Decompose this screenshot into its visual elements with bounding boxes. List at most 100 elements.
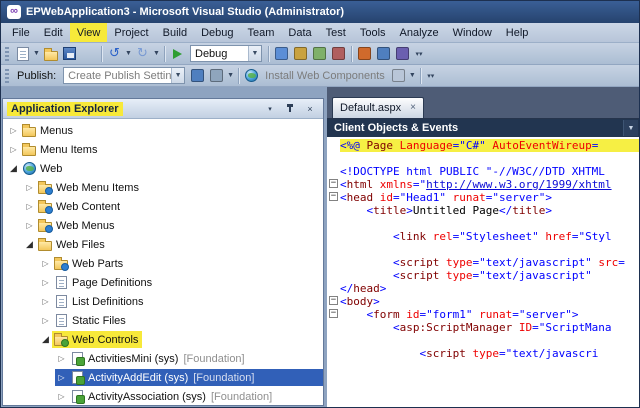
expand-icon[interactable]: ▷ [55,354,68,363]
menu-data[interactable]: Data [281,23,318,42]
open-file-icon[interactable] [41,44,60,63]
code-token: type [472,347,499,360]
title-bar[interactable]: ∞ EPWebApplication3 - Microsoft Visual S… [1,1,639,23]
publish-toolbar-overflow[interactable]: ▾▾ [425,66,437,86]
publish-settings-combo[interactable]: Create Publish Settings▼ [63,67,186,84]
install-web-components-icon[interactable] [242,66,261,85]
tree-item-list-definitions[interactable]: ▷ List Definitions [3,292,323,311]
expand-icon[interactable]: ▷ [23,202,36,211]
code-line: − <body> [327,295,639,308]
window-position-icon[interactable]: ▾ [263,102,277,116]
chevron-down-icon[interactable]: ▼ [124,45,133,63]
chevron-down-icon[interactable]: ▼ [32,45,41,63]
save-icon[interactable] [60,44,79,63]
code-token: "C#" [459,139,486,152]
expand-icon[interactable]: ▷ [55,373,68,382]
tree-item-activitiesmini-sys[interactable]: ▷ ActivitiesMini (sys) [Foundation] [3,349,323,368]
find-icon[interactable] [272,44,291,63]
expand-icon[interactable]: ▷ [39,259,52,268]
menu-team[interactable]: Team [241,23,282,42]
close-icon[interactable]: × [303,102,317,116]
tree-item-activityassociation-sys[interactable]: ▷ ActivityAssociation (sys) [Foundation] [3,387,323,405]
collapse-icon[interactable]: ◢ [7,163,20,174]
tree-item-web-content[interactable]: ▷ Web Content [3,197,323,216]
tree-item-static-files[interactable]: ▷ Static Files [3,311,323,330]
publish-toolbar-grip[interactable] [5,68,9,83]
expand-icon[interactable]: ▷ [7,145,20,154]
pin-icon[interactable] [283,102,297,116]
menu-edit[interactable]: Edit [37,23,70,42]
tree-item-menus[interactable]: ▷ Menus [3,121,323,140]
chevron-down-icon[interactable]: ▼ [408,67,417,85]
collapse-icon[interactable]: ◢ [23,239,36,250]
folder-icon [20,141,38,158]
code-token: "server" [518,308,572,321]
publish-icon[interactable] [188,66,207,85]
menu-test[interactable]: Test [319,23,353,42]
tab-default-aspx[interactable]: Default.aspx × [332,97,424,118]
tree-item-web-parts[interactable]: ▷ Web Parts [3,254,323,273]
tab-close-icon[interactable]: × [410,103,416,113]
expand-icon[interactable]: ▷ [39,278,52,287]
globe-glyph [22,162,36,175]
collapse-region-icon[interactable]: − [329,192,338,201]
error-list-icon[interactable] [355,44,374,63]
extension-manager-icon[interactable] [393,44,412,63]
code-editor[interactable]: <%@ Page Language="C#" AutoEventWireup= <… [327,137,639,407]
chevron-down-icon[interactable]: ▼ [171,68,185,83]
expand-icon[interactable]: ▷ [39,316,52,325]
collapse-icon[interactable]: ◢ [39,334,52,345]
expand-icon[interactable]: ▷ [23,221,36,230]
standard-toolbar-overflow[interactable]: ▾▾ [413,44,425,64]
solution-configurations-combo[interactable]: Debug ▼ [190,45,262,62]
tree-item-web[interactable]: ◢ Web [3,159,323,178]
publish-options-icon[interactable] [207,66,226,85]
menu-file[interactable]: File [5,23,37,42]
menu-debug[interactable]: Debug [194,23,240,42]
menu-help[interactable]: Help [499,23,536,42]
install-web-components-dropdown-icon[interactable] [389,66,408,85]
expand-icon[interactable]: ▷ [7,126,20,135]
output-window-icon[interactable] [374,44,393,63]
tree-item-web-menus[interactable]: ▷ Web Menus [3,216,323,235]
expand-icon[interactable]: ▷ [23,183,36,192]
menu-tools[interactable]: Tools [353,23,393,42]
chevron-down-icon[interactable]: ▼ [152,45,161,63]
new-item-icon[interactable] [13,44,32,63]
properties-window-icon[interactable] [310,44,329,63]
undo-icon[interactable]: ↺ [105,44,124,63]
standard-toolbar-grip[interactable] [5,46,9,61]
menu-window[interactable]: Window [446,23,499,42]
code-token: "Stylesheet" [459,230,539,243]
redo-icon[interactable]: ↻ [133,44,152,63]
chevron-down-icon[interactable]: ▼ [623,120,638,136]
tree-item-web-controls[interactable]: ◢ Web Controls [3,330,323,349]
chevron-down-icon[interactable]: ▼ [226,67,235,85]
application-explorer-header[interactable]: Application Explorer ▾ × [3,99,323,119]
menu-view[interactable]: View [69,23,108,42]
tree-item-activityaddedit-sys[interactable]: ▷ ActivityAddEdit (sys) [Foundation] [3,368,323,387]
webfolder-icon [52,255,70,272]
collapse-region-icon[interactable]: − [329,296,338,305]
toolbar-separator [268,45,269,62]
save-all-icon[interactable] [79,44,98,63]
start-debugging-icon[interactable] [168,44,187,63]
menu-analyze[interactable]: Analyze [393,23,446,42]
collapse-region-icon[interactable]: − [329,309,338,318]
collapse-region-icon[interactable]: − [329,179,338,188]
tree-item-page-definitions[interactable]: ▷ Page Definitions [3,273,323,292]
expand-icon[interactable]: ▷ [39,297,52,306]
menu-project[interactable]: Project [107,23,155,42]
code-token: "text/javascri [505,347,599,360]
tree-item-web-menu-items[interactable]: ▷ Web Menu Items [3,178,323,197]
tree-item-web-files[interactable]: ◢ Web Files [3,235,323,254]
expand-icon[interactable]: ▷ [55,392,68,401]
code-text: <form id="form1" runat="server"> [340,308,639,321]
solution-explorer-icon[interactable] [291,44,310,63]
menu-build[interactable]: Build [156,23,194,42]
client-objects-dropdown[interactable]: Client Objects & Events ▼ [327,119,639,137]
toolbox-icon[interactable] [329,44,348,63]
tree-item-menu-items[interactable]: ▷ Menu Items [3,140,323,159]
chevron-down-icon[interactable]: ▼ [248,46,261,61]
